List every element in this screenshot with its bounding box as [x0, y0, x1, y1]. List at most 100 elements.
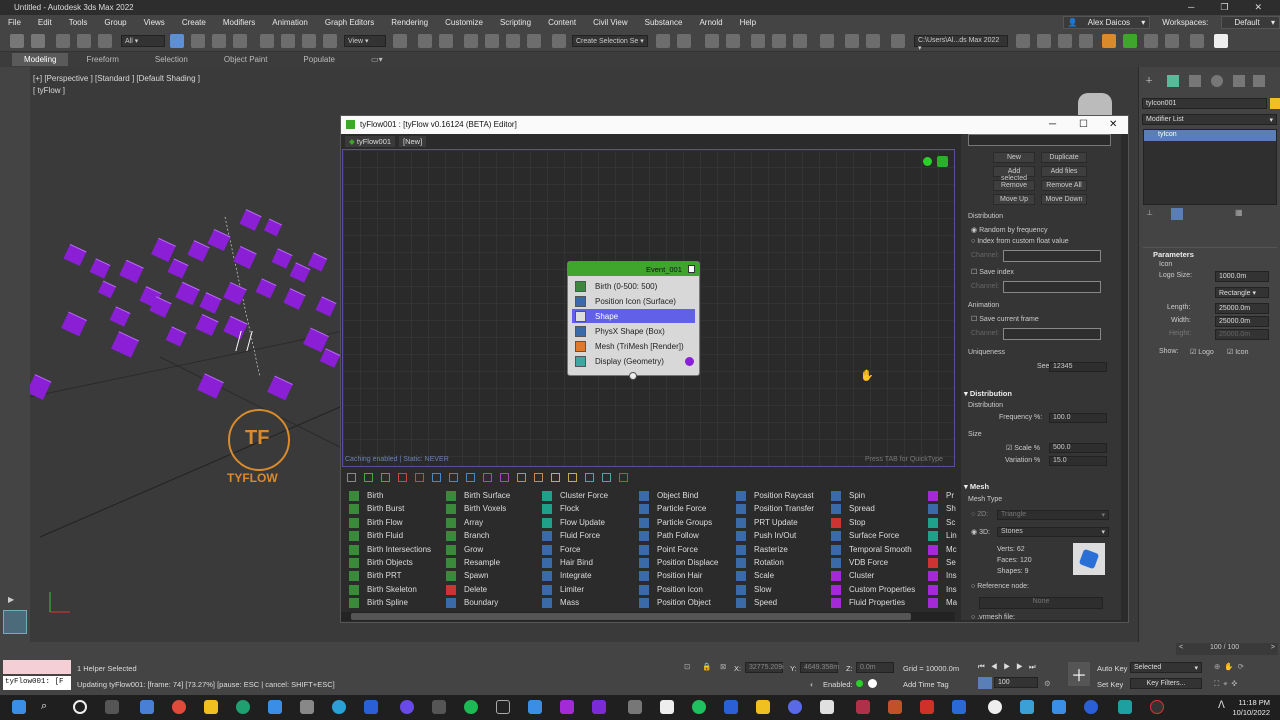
utilities-tab-icon[interactable] — [1253, 75, 1265, 87]
start-icon[interactable] — [12, 700, 26, 714]
logo-size-spinner[interactable]: 1000.0m — [1215, 271, 1269, 282]
rectangular-selection-icon[interactable] — [212, 34, 226, 48]
vrmesh-radio[interactable]: ○ .vrmesh file: — [971, 614, 1015, 621]
viewport-nav-icons[interactable]: ⊕✋⟳ — [1214, 662, 1248, 671]
app-icon-20[interactable] — [756, 700, 770, 714]
project-folder-icon[interactable] — [1016, 34, 1030, 48]
reference-coordinate-dropdown[interactable]: View ▾ — [344, 35, 386, 47]
add-selected-button[interactable]: Add selected — [993, 166, 1035, 182]
app-icon-28[interactable] — [1020, 700, 1034, 714]
variation-spinner[interactable]: 15.0 — [1049, 456, 1107, 466]
messenger-icon[interactable] — [400, 700, 414, 714]
time-tag-icon[interactable] — [868, 679, 877, 688]
taskbar-app-icon[interactable] — [140, 700, 154, 714]
channel-field-2[interactable] — [1003, 281, 1101, 293]
unlink-icon[interactable] — [77, 34, 91, 48]
schematic-view-icon[interactable] — [793, 34, 807, 48]
scale-checkbox[interactable]: ☑ Scale % — [1006, 444, 1040, 452]
app-icon-10[interactable] — [432, 700, 446, 714]
x-coord-field[interactable]: 32775.209i — [745, 662, 784, 673]
viewport-nav-icons-2[interactable]: ⛶⌖✜ — [1214, 679, 1241, 689]
workspace-dropdown[interactable]: Default ▾ — [1221, 16, 1280, 29]
mesh-rollout[interactable]: ▾ Mesh — [964, 482, 989, 491]
ribbon-toggle-icon[interactable] — [751, 34, 765, 48]
reference-node-radio[interactable]: ○ Reference node: — [971, 583, 1029, 590]
search-icon[interactable]: ⌕ — [41, 700, 55, 714]
category-misc-icon[interactable] — [619, 473, 628, 482]
menu-edit[interactable]: Edit — [30, 18, 61, 27]
time-slider-prev-icon[interactable]: < — [1179, 644, 1183, 651]
app-icon-16[interactable] — [628, 700, 642, 714]
menu-rendering[interactable]: Rendering — [383, 18, 437, 27]
percent-snap-icon[interactable] — [506, 34, 520, 48]
undo-icon[interactable] — [10, 34, 24, 48]
onenote-icon[interactable] — [592, 700, 606, 714]
set-keys-button[interactable]: ＋ — [1068, 662, 1090, 686]
notification-icon[interactable]: ᐱ — [1218, 700, 1232, 714]
add-files-button[interactable]: Add files — [1041, 166, 1087, 177]
move-icon[interactable] — [260, 34, 274, 48]
menu-arnold[interactable]: Arnold — [691, 18, 731, 27]
spinner-snap-icon[interactable] — [527, 34, 541, 48]
restore-icon[interactable]: ❐ — [1220, 2, 1228, 13]
bind-spacewarp-icon[interactable] — [98, 34, 112, 48]
rotate-icon[interactable] — [281, 34, 295, 48]
category-all-icon[interactable] — [347, 473, 356, 482]
scrollbar-thumb[interactable] — [351, 613, 911, 620]
menu-substance[interactable]: Substance — [637, 18, 692, 27]
menu-customize[interactable]: Customize — [437, 18, 492, 27]
time-slider-next-icon[interactable]: > — [1271, 644, 1275, 651]
mail-icon[interactable] — [528, 700, 542, 714]
two-d-dropdown[interactable]: Triangle ▾ — [997, 510, 1109, 520]
category-tools-icon[interactable] — [551, 473, 560, 482]
stack-item-tyicon[interactable]: tyIcon — [1144, 130, 1276, 141]
random-frequency-radio[interactable]: ◉ Random by frequency — [971, 226, 1048, 234]
operator-physx-shape[interactable]: PhysX Shape (Box) — [572, 324, 695, 338]
maxscript-input[interactable]: tyFlow001: [F — [3, 676, 71, 690]
save-frame-checkbox[interactable]: ☐ Save current frame — [971, 315, 1039, 323]
edge-icon[interactable] — [236, 700, 250, 714]
y-coord-field[interactable]: 4649.358m — [800, 662, 839, 673]
netflix-icon[interactable] — [496, 700, 510, 714]
window-crossing-icon[interactable] — [233, 34, 247, 48]
discord-icon[interactable] — [788, 700, 802, 714]
add-time-tag-link[interactable]: Add Time Tag — [903, 680, 949, 689]
expand-arrow-icon[interactable]: ▶ — [8, 595, 14, 604]
category-render-icon[interactable] — [568, 473, 577, 482]
category-spawn-icon[interactable] — [381, 473, 390, 482]
acrobat-icon[interactable] — [920, 700, 934, 714]
configure-sets-icon[interactable]: ▦ — [1235, 208, 1243, 217]
file-explorer-icon[interactable] — [204, 700, 218, 714]
app-icon-32[interactable] — [1150, 700, 1164, 714]
angle-snap-icon[interactable] — [485, 34, 499, 48]
show-icon-checkbox[interactable]: ☑ Icon — [1227, 348, 1248, 356]
render-setup-icon[interactable] — [845, 34, 859, 48]
height-spinner[interactable]: 25000.0m — [1215, 329, 1269, 340]
show-end-result-icon[interactable] — [1171, 208, 1183, 220]
object-name-field[interactable]: tyIcon001 — [1142, 98, 1267, 109]
category-property-icon[interactable] — [483, 473, 492, 482]
tyflow-preview-icon[interactable] — [1079, 34, 1093, 48]
app-icon-14[interactable] — [560, 700, 574, 714]
forest-pack-icon[interactable] — [1123, 34, 1137, 48]
category-delete-icon[interactable] — [398, 473, 407, 482]
snaps-toggle-icon[interactable] — [464, 34, 478, 48]
tyflow-tool-icon[interactable] — [1037, 34, 1051, 48]
tyflow-cache-icon[interactable] — [1058, 34, 1072, 48]
width-spinner[interactable]: 25000.0m — [1215, 316, 1269, 327]
railclone-icon[interactable] — [1144, 34, 1158, 48]
user-account-button[interactable]: 👤 Alex Daicos ▾ — [1062, 16, 1151, 29]
create-tab-icon[interactable]: ＋ — [1145, 75, 1157, 87]
length-spinner[interactable]: 25000.0m — [1215, 303, 1269, 314]
category-motion-icon[interactable] — [449, 473, 458, 482]
menu-content[interactable]: Content — [540, 18, 585, 27]
menu-scripting[interactable]: Scripting — [492, 18, 540, 27]
z-coord-field[interactable]: 0.0m — [856, 662, 894, 673]
menu-tools[interactable]: Tools — [61, 18, 97, 27]
icon-shape-dropdown[interactable]: Rectangle ▾ — [1215, 287, 1269, 298]
object-color-swatch[interactable] — [1270, 98, 1280, 109]
menu-file[interactable]: File — [0, 18, 30, 27]
parameters-rollout[interactable]: Parameters — [1143, 247, 1277, 259]
show-logo-checkbox[interactable]: ☑ Logo — [1190, 348, 1214, 356]
whatsapp-icon[interactable] — [692, 700, 706, 714]
